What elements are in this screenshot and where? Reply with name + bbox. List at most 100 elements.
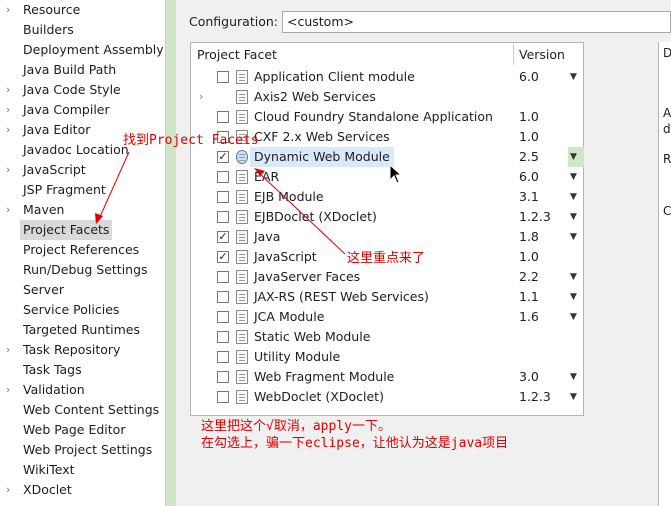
chevron-right-icon[interactable]: › <box>6 340 16 360</box>
version-dropdown-icon[interactable]: ▼ <box>570 147 577 167</box>
facet-checkbox[interactable] <box>217 331 229 343</box>
facet-checkbox[interactable] <box>217 171 229 183</box>
facet-row[interactable]: Static Web Module <box>191 327 583 347</box>
sidebar-item-web-content-settings[interactable]: Web Content Settings <box>0 400 165 420</box>
version-dropdown-icon[interactable]: ▼ <box>570 167 577 187</box>
facet-checkbox[interactable] <box>217 391 229 403</box>
version-dropdown-icon[interactable]: ▼ <box>570 67 577 87</box>
sidebar-item-jsp-fragment[interactable]: JSP Fragment <box>0 180 165 200</box>
facet-row[interactable]: WebDoclet (XDoclet) 1.2.3 ▼ <box>191 387 583 407</box>
sidebar-item-xdoclet[interactable]: › XDoclet <box>0 480 165 500</box>
sidebar-item-targeted-runtimes[interactable]: Targeted Runtimes <box>0 320 165 340</box>
facet-version[interactable]: 1.0 <box>519 107 539 127</box>
facet-checkbox[interactable] <box>217 271 229 283</box>
facet-version[interactable]: 1.1 <box>519 287 539 307</box>
sidebar-item-label: Service Policies <box>23 302 120 317</box>
sidebar-item-project-facets[interactable]: Project Facets <box>0 220 165 240</box>
facet-version[interactable]: 2.5 <box>519 147 539 167</box>
version-dropdown-icon[interactable]: ▼ <box>570 227 577 247</box>
sidebar-item-java-build-path[interactable]: Java Build Path <box>0 60 165 80</box>
facet-name: Java <box>254 229 281 244</box>
facet-checkbox[interactable] <box>217 291 229 303</box>
sidebar-item-web-page-editor[interactable]: Web Page Editor <box>0 420 165 440</box>
facet-version[interactable]: 3.0 <box>519 367 539 387</box>
facet-version[interactable]: 6.0 <box>519 67 539 87</box>
sidebar-item-project-references[interactable]: Project References <box>0 240 165 260</box>
facet-row[interactable]: JCA Module 1.6 ▼ <box>191 307 583 327</box>
sidebar-item-label: Java Compiler <box>23 102 110 117</box>
sidebar-item-run-debug-settings[interactable]: Run/Debug Settings <box>0 260 165 280</box>
version-dropdown-icon[interactable]: ▼ <box>570 307 577 327</box>
chevron-right-icon[interactable]: › <box>6 200 16 220</box>
chevron-right-icon[interactable]: › <box>6 160 16 180</box>
facet-checkbox[interactable] <box>217 211 229 223</box>
facet-version[interactable]: 1.0 <box>519 247 539 267</box>
facet-version[interactable]: 2.2 <box>519 267 539 287</box>
sidebar-item-server[interactable]: Server <box>0 280 165 300</box>
facet-version[interactable]: 1.2.3 <box>519 387 551 407</box>
version-dropdown-icon[interactable]: ▼ <box>570 267 577 287</box>
facet-name: JAX-RS (REST Web Services) <box>254 289 429 304</box>
sidebar-item-label: Run/Debug Settings <box>23 262 148 277</box>
facet-version[interactable]: 1.6 <box>519 307 539 327</box>
column-header-version[interactable]: Version <box>519 47 565 62</box>
facet-version[interactable]: 1.0 <box>519 127 539 147</box>
sidebar-item-label: Server <box>23 282 64 297</box>
sidebar-item-resource[interactable]: › Resource <box>0 0 165 20</box>
facet-version[interactable]: 3.1 <box>519 187 539 207</box>
facet-checkbox[interactable] <box>217 111 229 123</box>
chevron-right-icon[interactable]: › <box>6 0 16 20</box>
sidebar-item-javascript[interactable]: › JavaScript <box>0 160 165 180</box>
green-gutter <box>165 0 176 506</box>
chevron-right-icon[interactable]: › <box>6 480 16 500</box>
facet-checkbox[interactable]: ✓ <box>217 151 229 163</box>
sidebar-item-builders[interactable]: Builders <box>0 20 165 40</box>
facet-row[interactable]: Web Fragment Module 3.0 ▼ <box>191 367 583 387</box>
version-dropdown-icon[interactable]: ▼ <box>570 367 577 387</box>
sidebar-item-web-project-settings[interactable]: Web Project Settings <box>0 440 165 460</box>
facet-row[interactable]: ✓ Java 1.8 ▼ <box>191 227 583 247</box>
column-header-facet[interactable]: Project Facet <box>197 47 277 62</box>
facet-version[interactable]: 1.8 <box>519 227 539 247</box>
configuration-select[interactable]: <custom> <box>282 11 671 33</box>
chevron-right-icon[interactable]: › <box>6 380 16 400</box>
facet-row[interactable]: JAX-RS (REST Web Services) 1.1 ▼ <box>191 287 583 307</box>
sidebar-item-label: Deployment Assembly <box>23 42 164 57</box>
version-dropdown-icon[interactable]: ▼ <box>570 387 577 407</box>
facet-checkbox[interactable] <box>217 311 229 323</box>
facet-checkbox[interactable]: ✓ <box>217 251 229 263</box>
facet-row[interactable]: EJB Module 3.1 ▼ <box>191 187 583 207</box>
chevron-right-icon[interactable]: › <box>199 87 203 107</box>
chevron-right-icon[interactable]: › <box>6 80 16 100</box>
chevron-right-icon[interactable]: › <box>6 100 16 120</box>
document-icon <box>236 330 248 344</box>
sidebar-item-wikitext[interactable]: WikiText <box>0 460 165 480</box>
version-dropdown-icon[interactable]: ▼ <box>570 287 577 307</box>
facet-row[interactable]: Utility Module <box>191 347 583 367</box>
sidebar-item-service-policies[interactable]: Service Policies <box>0 300 165 320</box>
facet-checkbox[interactable] <box>217 71 229 83</box>
version-dropdown-icon[interactable]: ▼ <box>570 187 577 207</box>
facet-row[interactable]: › Axis2 Web Services <box>191 87 583 107</box>
facet-checkbox[interactable] <box>217 191 229 203</box>
facet-row[interactable]: EJBDoclet (XDoclet) 1.2.3 ▼ <box>191 207 583 227</box>
facet-row[interactable]: JavaServer Faces 2.2 ▼ <box>191 267 583 287</box>
facet-row[interactable]: Application Client module 6.0 ▼ <box>191 67 583 87</box>
sidebar-item-task-repository[interactable]: › Task Repository <box>0 340 165 360</box>
version-dropdown-icon[interactable]: ▼ <box>570 207 577 227</box>
facet-version[interactable]: 1.2.3 <box>519 207 551 227</box>
sidebar-item-java-compiler[interactable]: › Java Compiler <box>0 100 165 120</box>
facet-row[interactable]: Cloud Foundry Standalone Application 1.0 <box>191 107 583 127</box>
facet-checkbox[interactable]: ✓ <box>217 231 229 243</box>
facet-row[interactable]: ✓ Dynamic Web Module 2.5 ▼ <box>191 147 584 167</box>
sidebar-item-task-tags[interactable]: Task Tags <box>0 360 165 380</box>
chevron-right-icon[interactable]: › <box>6 120 16 140</box>
sidebar-item-java-code-style[interactable]: › Java Code Style <box>0 80 165 100</box>
sidebar-item-maven[interactable]: › Maven <box>0 200 165 220</box>
facet-version[interactable]: 6.0 <box>519 167 539 187</box>
sidebar-item-deployment-assembly[interactable]: Deployment Assembly <box>0 40 165 60</box>
sidebar-item-validation[interactable]: › Validation <box>0 380 165 400</box>
facet-checkbox[interactable] <box>217 371 229 383</box>
facet-row[interactable]: EAR 6.0 ▼ <box>191 167 583 187</box>
facet-checkbox[interactable] <box>217 351 229 363</box>
